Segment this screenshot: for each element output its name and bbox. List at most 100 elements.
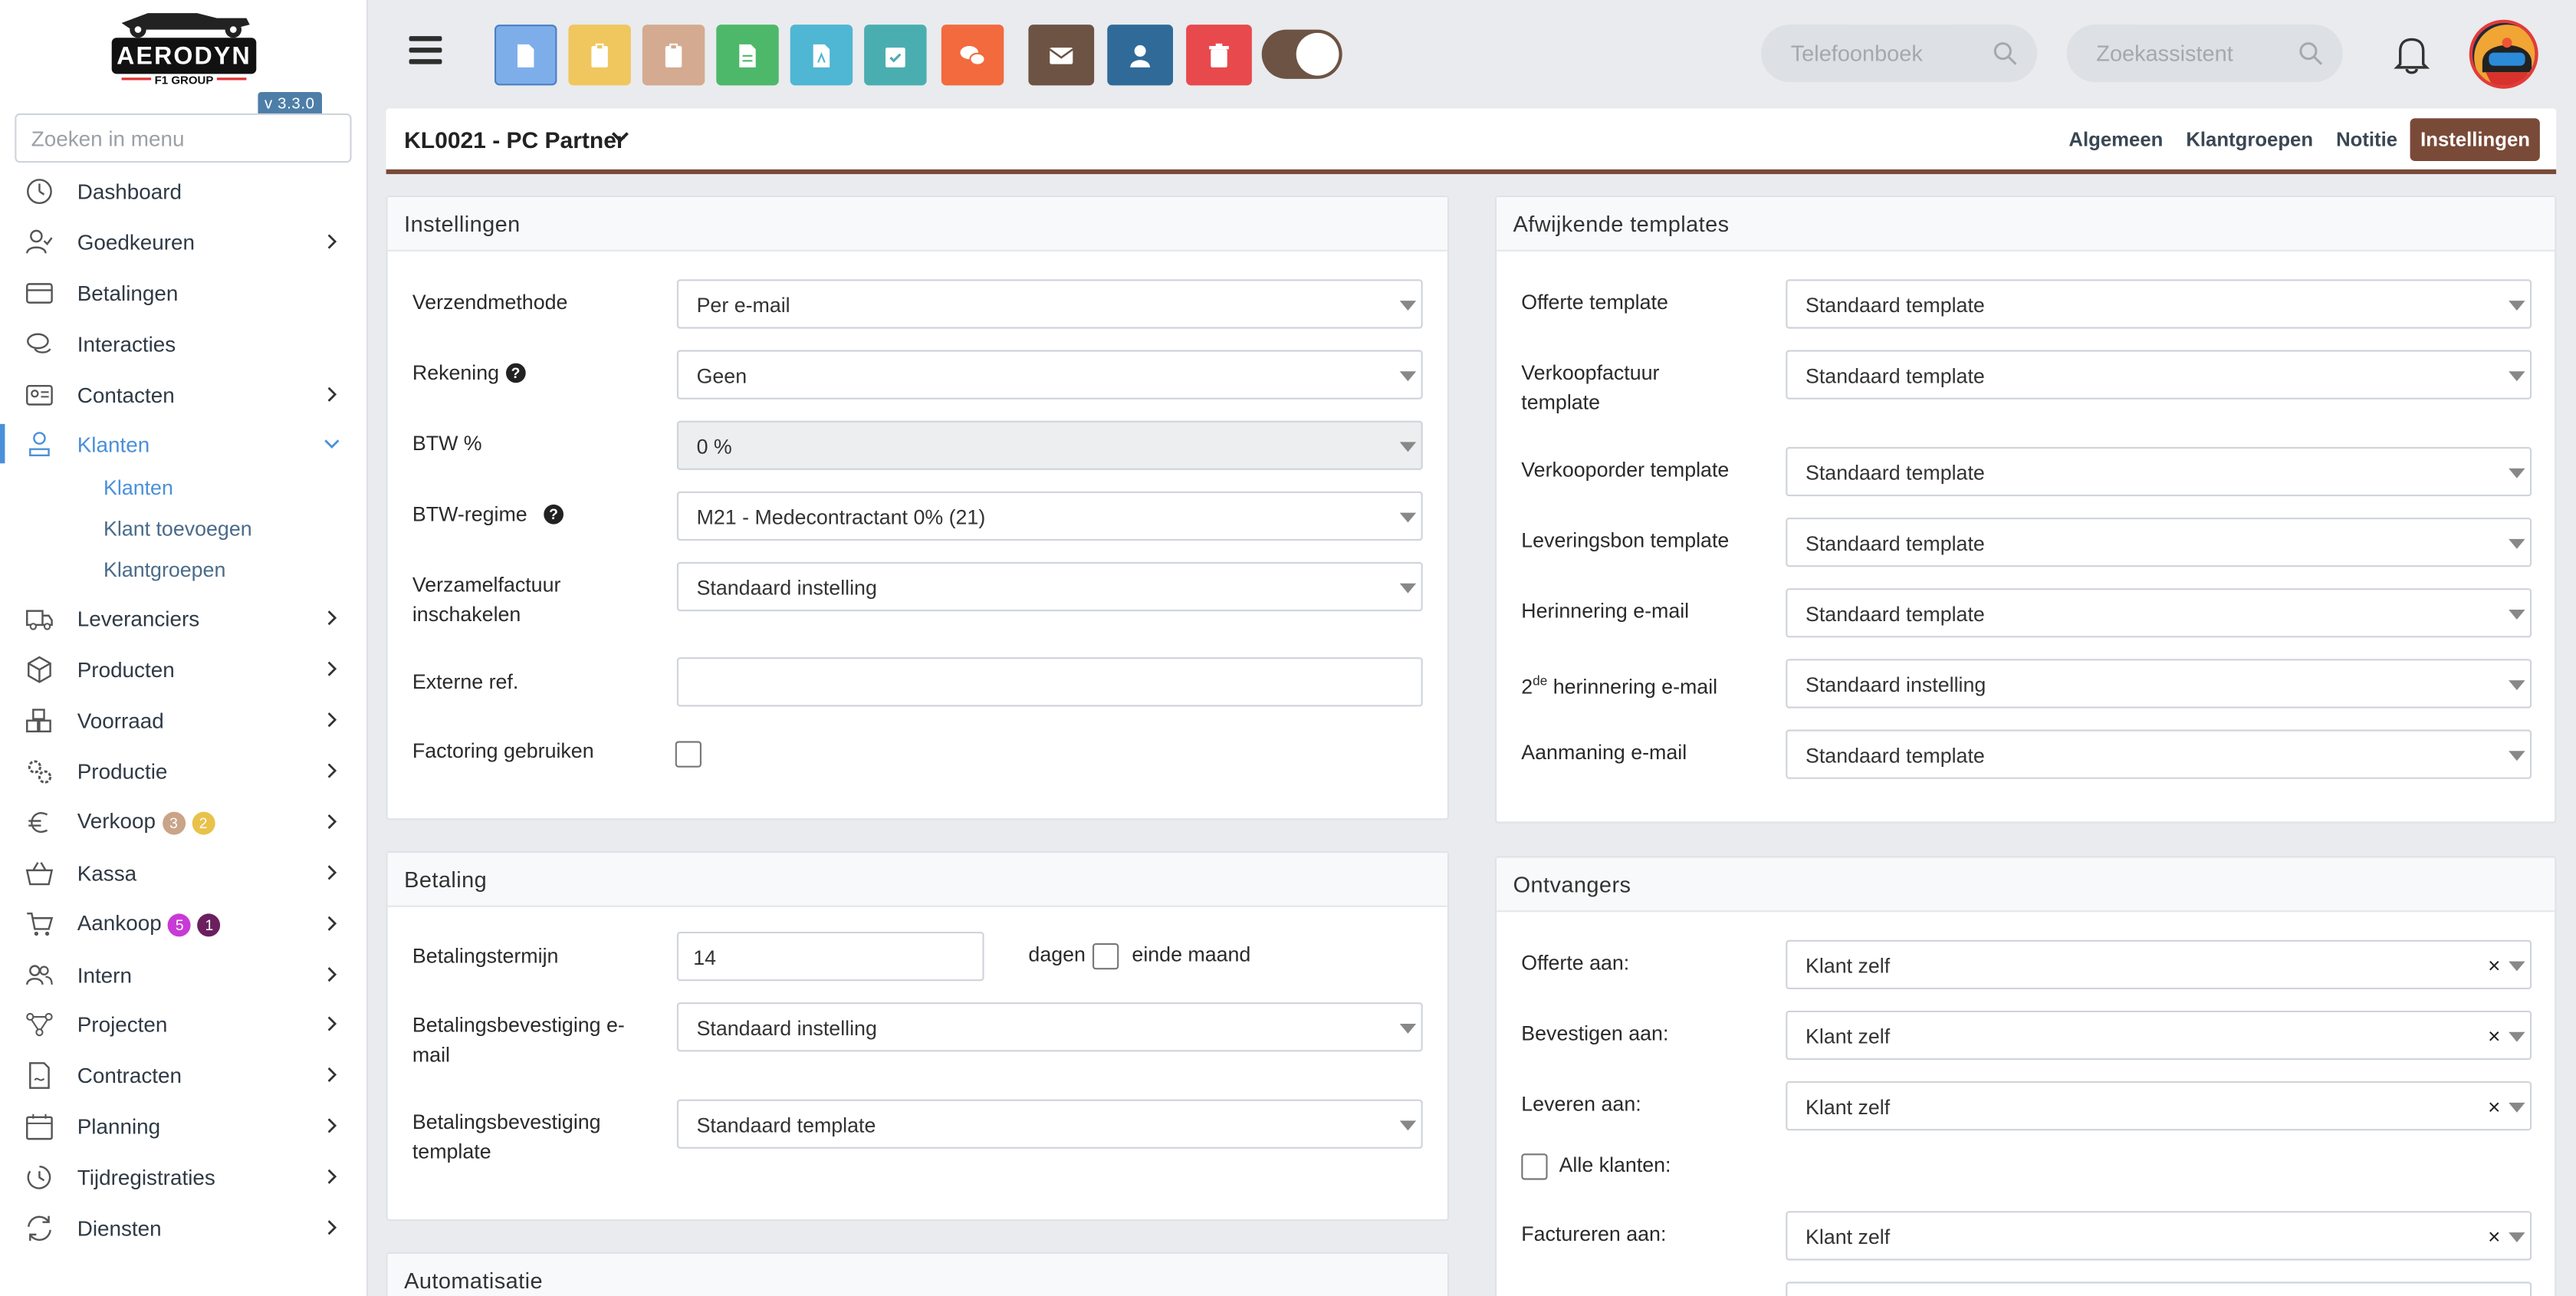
chevron-right-icon xyxy=(327,966,337,982)
menu-search-input[interactable] xyxy=(15,113,352,163)
sidebar-item-productie[interactable]: Productie xyxy=(0,746,366,797)
sidebar-item-contracten[interactable]: Contracten xyxy=(0,1051,366,1101)
ontvangers-panel: Ontvangers Offerte aan: Klant zelf × Beve… xyxy=(1494,856,2557,1296)
clear-icon[interactable]: × xyxy=(2488,942,2500,991)
offerte-aan-select[interactable]: Klant zelf × xyxy=(1786,939,2532,991)
sidebar-item-interacties[interactable]: Interacties xyxy=(0,318,366,369)
leveren-aan-select[interactable]: Klant zelf × xyxy=(1786,1081,2532,1132)
clear-icon[interactable]: × xyxy=(2488,1083,2500,1132)
chat-icon xyxy=(27,332,51,354)
aanmaning-email-select[interactable]: Standaard template xyxy=(1786,729,2532,779)
einde-maand-checkbox[interactable] xyxy=(1092,943,1119,970)
herinnering-email-select[interactable]: Standaard template xyxy=(1786,588,2532,638)
dropdown-arrow-icon xyxy=(2509,301,2525,311)
sidebar-item-planning[interactable]: Planning xyxy=(0,1101,366,1152)
offerte-template-select[interactable]: Standaard template xyxy=(1786,279,2532,329)
sidebar-item-tijdregistraties[interactable]: Tijdregistraties xyxy=(0,1152,366,1202)
tab-algemeen[interactable]: Algemeen xyxy=(2059,118,2174,161)
verzendmethode-select[interactable]: Per e-mail xyxy=(676,279,1423,329)
btwregime-select[interactable]: M21 - Medecontractant 0% (21) xyxy=(676,491,1423,541)
new-order-button[interactable] xyxy=(642,25,705,86)
sidebar-item-leveranciers[interactable]: Leveranciers xyxy=(0,594,366,644)
new-appointment-button[interactable] xyxy=(864,25,927,86)
new-document-button[interactable] xyxy=(495,25,557,86)
hamburger-menu-icon[interactable] xyxy=(409,36,442,66)
tab-notitie[interactable]: Notitie xyxy=(2326,118,2407,161)
rekening-select[interactable]: Geen xyxy=(676,350,1423,400)
record-tabs: Algemeen Klantgroepen Notitie Instelling… xyxy=(2055,118,2540,161)
theme-toggle[interactable] xyxy=(1261,29,1342,79)
dashboard-icon xyxy=(27,179,52,205)
verkooporder-template-label: Verkooporder template xyxy=(1521,458,1730,482)
sidebar-item-kassa[interactable]: Kassa xyxy=(0,847,366,898)
contact-card-icon xyxy=(26,384,53,405)
sidebar-item-contacten[interactable]: Contacten xyxy=(0,369,366,419)
help-icon[interactable]: ? xyxy=(544,504,564,525)
sidebar-item-klanten[interactable]: Klanten xyxy=(0,419,366,470)
bevestigen-aan-select[interactable]: Klant zelf × xyxy=(1786,1010,2532,1061)
next-recipient-select[interactable] xyxy=(1786,1281,2532,1296)
box-icon xyxy=(28,656,51,684)
dropdown-arrow-icon xyxy=(1399,371,1417,382)
delete-button[interactable] xyxy=(1186,25,1252,86)
factoring-checkbox[interactable] xyxy=(675,741,702,768)
sidebar-item-dashboard[interactable]: Dashboard xyxy=(0,166,366,216)
verzamelfactuur-select[interactable]: Standaard instelling xyxy=(676,561,1423,612)
alle-klanten-checkbox[interactable] xyxy=(1521,1153,1548,1180)
sidebar-item-label: Producten xyxy=(77,657,175,683)
clear-icon[interactable]: × xyxy=(2488,1012,2500,1061)
chevron-right-icon xyxy=(327,864,337,880)
svg-text:AERODYN: AERODYN xyxy=(117,42,251,70)
chevron-right-icon xyxy=(327,1220,337,1235)
basket-icon xyxy=(25,861,54,885)
sidebar-subitem-klanten[interactable]: Klanten xyxy=(0,471,366,512)
leveringsbon-template-select[interactable]: Standaard template xyxy=(1786,518,2532,567)
betalingstermijn-input[interactable]: 14 xyxy=(676,932,984,982)
sidebar-item-goedkeuren[interactable]: Goedkeuren xyxy=(0,217,366,268)
new-interaction-button[interactable] xyxy=(941,25,1004,86)
panel-title: Afwijkende templates xyxy=(1497,197,2555,252)
svg-text:F1 GROUP: F1 GROUP xyxy=(155,74,214,87)
sidebar-subitem-klantgroepen[interactable]: Klantgroepen xyxy=(0,553,366,594)
aerodyn-logo[interactable]: AERODYN F1 GROUP xyxy=(99,3,270,88)
clear-icon[interactable]: × xyxy=(2488,1212,2500,1261)
count-badge: 3 xyxy=(162,812,186,836)
assistant-search-input[interactable]: Zoekassistent xyxy=(2066,25,2343,83)
phonebook-search-input[interactable]: Telefoonboek xyxy=(1761,25,2038,83)
sidebar-item-label: Dashboard xyxy=(77,179,182,204)
tab-klantgroepen[interactable]: Klantgroepen xyxy=(2176,118,2322,161)
betalingstermijn-label: Betalingstermijn xyxy=(412,945,559,969)
factureren-aan-select[interactable]: Klant zelf × xyxy=(1786,1211,2532,1261)
verkooporder-template-select[interactable]: Standaard template xyxy=(1786,446,2532,497)
verkoopfactuur-template-select[interactable]: Standaard template xyxy=(1786,350,2532,400)
clipboard-icon xyxy=(591,42,608,67)
new-clipboard-button[interactable] xyxy=(568,25,631,86)
betalingsbevestiging-template-select[interactable]: Standaard template xyxy=(676,1099,1423,1149)
sidebar-item-intern[interactable]: Intern xyxy=(0,949,366,1000)
externe-ref-input[interactable] xyxy=(676,657,1423,707)
sidebar-item-voorraad[interactable]: Voorraad xyxy=(0,696,366,746)
tweede-herinnering-email-select[interactable]: Standaard instelling xyxy=(1786,659,2532,709)
sidebar-item-producten[interactable]: Producten xyxy=(0,645,366,696)
tab-instellingen[interactable]: Instellingen xyxy=(2410,118,2540,161)
factureren-aan-label: Factureren aan: xyxy=(1521,1222,1667,1246)
sidebar-item-diensten[interactable]: Diensten xyxy=(0,1203,366,1254)
herinnering-email-label: Herinnering e-mail xyxy=(1521,600,1690,623)
sidebar-item-verkoop[interactable]: Verkoop 3 2 xyxy=(0,797,366,847)
new-email-button[interactable] xyxy=(1028,25,1095,86)
templates-panel: Afwijkende templates Offerte template St… xyxy=(1494,195,2557,824)
bell-icon[interactable] xyxy=(2394,35,2430,74)
sidebar-item-projecten[interactable]: Projecten xyxy=(0,1000,366,1051)
sidebar-item-betalingen[interactable]: Betalingen xyxy=(0,268,366,318)
new-invoice-button[interactable] xyxy=(716,25,779,86)
help-icon[interactable]: ? xyxy=(505,363,526,383)
new-contact-button[interactable] xyxy=(1107,25,1173,86)
count-badge: 5 xyxy=(168,913,192,937)
avatar[interactable] xyxy=(2469,19,2538,89)
betalingsbevestiging-email-select[interactable]: Standaard instelling xyxy=(676,1002,1423,1052)
new-pdf-button[interactable] xyxy=(790,25,853,86)
sidebar-item-label: Kassa xyxy=(77,860,137,886)
sidebar-subitem-klant-toevoegen[interactable]: Klant toevoegen xyxy=(0,511,366,553)
sidebar-item-aankoop[interactable]: Aankoop 5 1 xyxy=(0,898,366,949)
chevron-down-icon[interactable] xyxy=(611,128,629,146)
